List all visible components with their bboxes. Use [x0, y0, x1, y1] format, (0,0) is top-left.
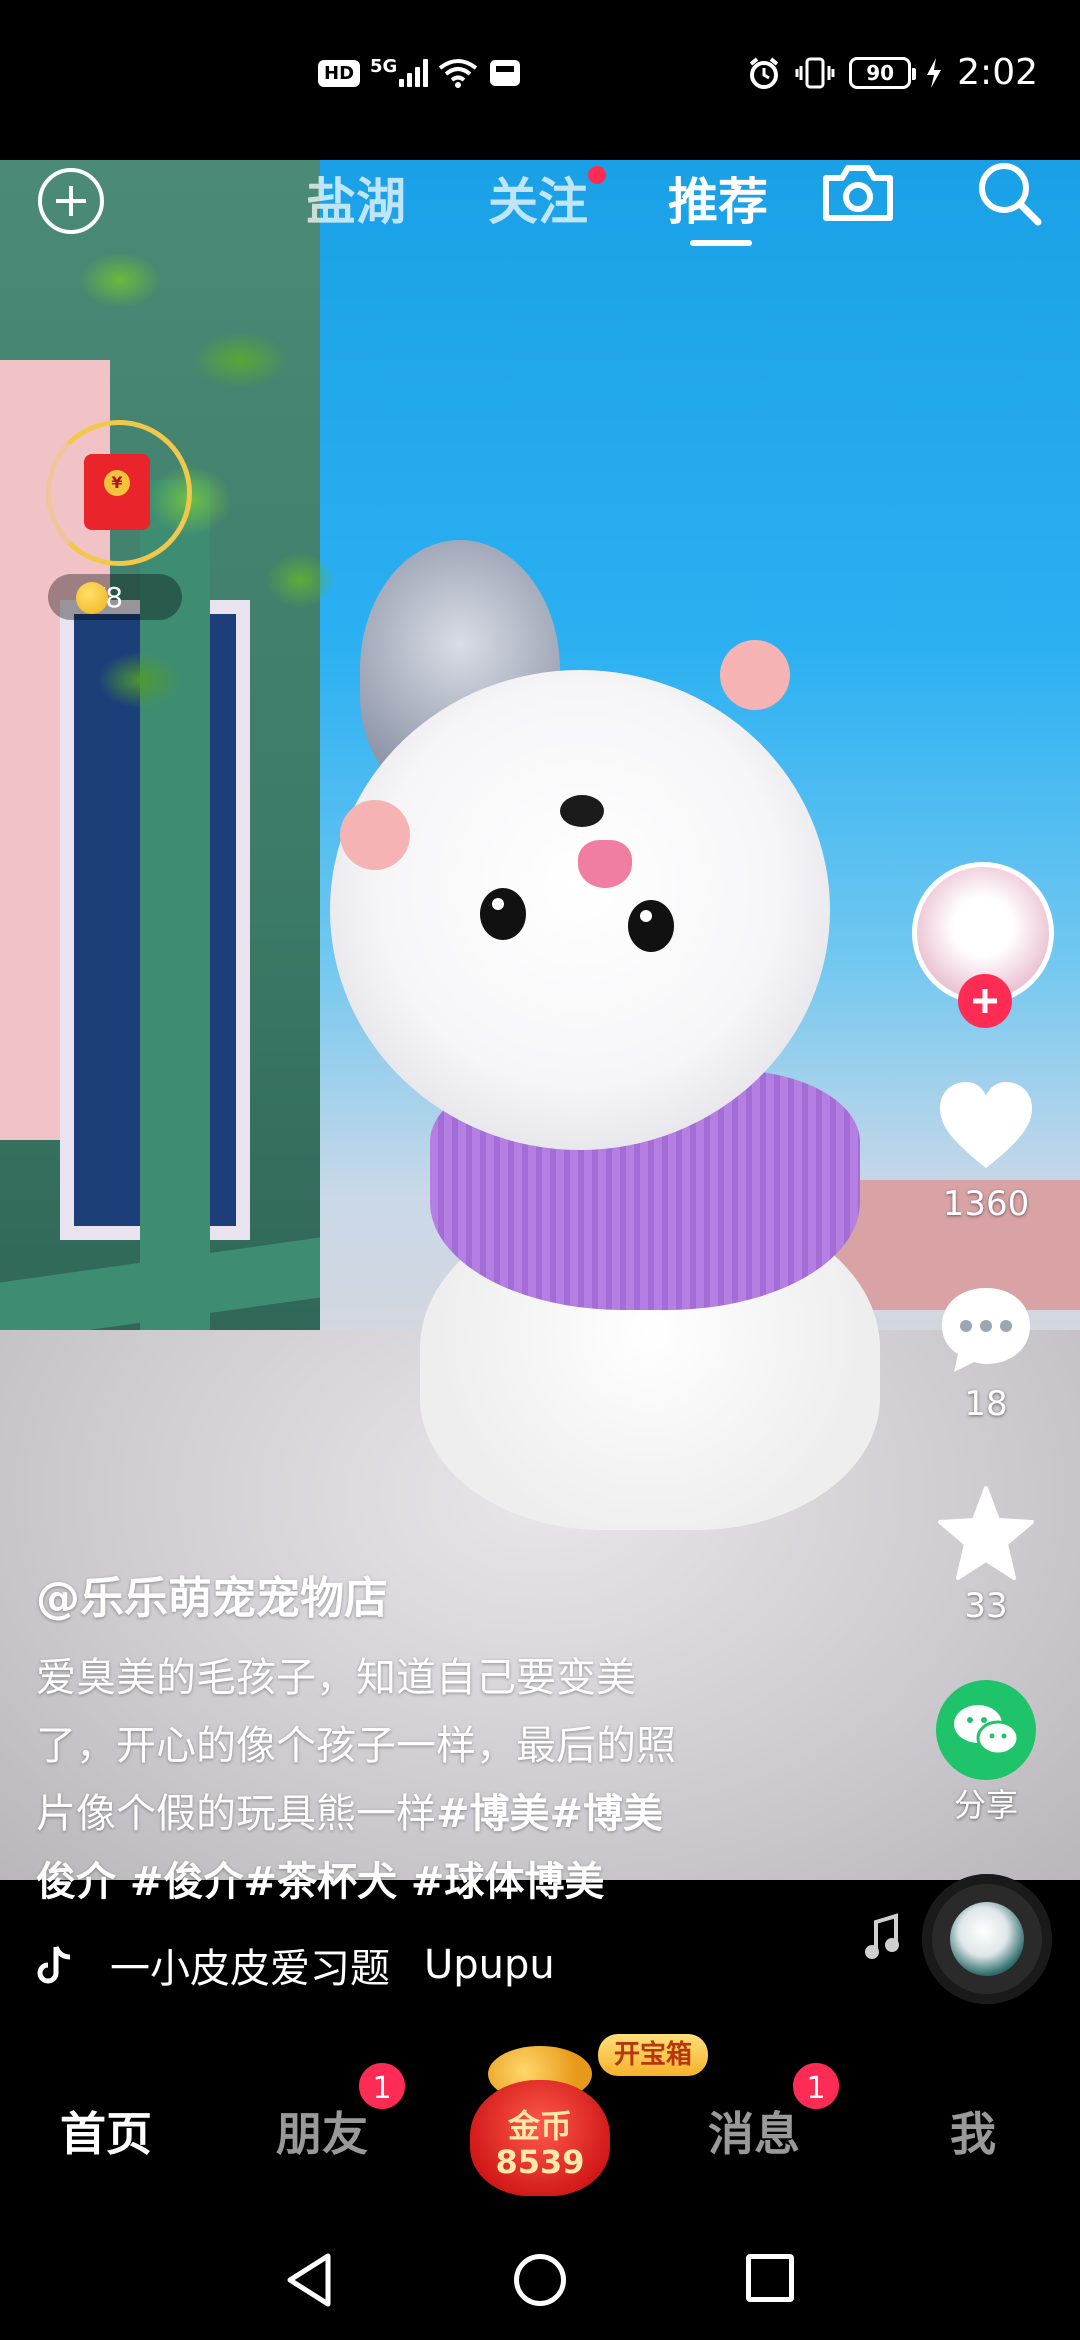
wifi-icon	[439, 59, 478, 88]
alarm-icon	[749, 56, 779, 89]
caption-line-1: 爱臭美的毛孩子，知道自己要变美	[36, 1655, 636, 1701]
nav-home[interactable]: 首页	[60, 2098, 152, 2164]
music-row[interactable]: 一小皮皮爱习题 Upupu	[36, 1936, 555, 1994]
recent-apps-icon[interactable]	[746, 2254, 794, 2302]
caption-line-3-text: 片像个假的玩具熊一样	[36, 1791, 436, 1837]
vibrate-icon	[795, 57, 835, 88]
envelope-seal-icon: ¥	[104, 470, 130, 496]
add-icon[interactable]	[38, 168, 104, 234]
dog-ear-right	[720, 640, 790, 710]
status-bar: HD 5G 90 2:02	[0, 0, 1080, 160]
music-disc-cover	[950, 1902, 1024, 1976]
network-type: 5G	[370, 55, 398, 77]
caption-line-3: 片像个假的玩具熊一样#博美#博美	[36, 1780, 766, 1848]
favorite-star-icon[interactable]	[936, 1484, 1036, 1584]
messages-badge: 1	[790, 2060, 842, 2112]
hashtag-link[interactable]: #博美#博美	[436, 1791, 663, 1837]
clock-time: 2:02	[957, 52, 1038, 93]
tab-following[interactable]: 关注	[488, 162, 588, 234]
huawei-sim-icon	[490, 60, 521, 86]
caption-line-2: 了，开心的像个孩子一样，最后的照	[36, 1723, 676, 1769]
favorite-count: 33	[964, 1586, 1008, 1626]
dog-tongue	[578, 840, 632, 888]
open-chest-tag[interactable]: 开宝箱	[598, 2034, 708, 2076]
like-heart-icon[interactable]	[936, 1078, 1036, 1178]
signal-icon	[399, 59, 429, 87]
comment-count: 18	[964, 1384, 1008, 1424]
red-packet-progress: 4/8	[48, 574, 182, 620]
music-title: 一小皮皮爱习题	[110, 1946, 390, 1992]
author-name[interactable]: @乐乐萌宠宠物店	[36, 1562, 388, 1626]
video-caption[interactable]: 爱臭美的毛孩子，知道自己要变美 了，开心的像个孩子一样，最后的照 片像个假的玩具…	[36, 1644, 766, 1916]
status-left-icons: HD 5G	[318, 55, 522, 88]
friends-badge: 1	[356, 2060, 408, 2112]
coins-label: 金币	[507, 2107, 572, 2145]
tiktok-note-icon	[37, 1945, 71, 1984]
nav-me[interactable]: 我	[950, 2098, 996, 2164]
dog-eye-left	[480, 888, 526, 940]
dog-head	[330, 670, 830, 1150]
comment-icon[interactable]	[936, 1280, 1036, 1380]
coins-value: 8539	[495, 2143, 585, 2181]
tab-yanhu[interactable]: 盐湖	[306, 162, 406, 234]
back-icon[interactable]	[284, 2252, 334, 2308]
nav-messages[interactable]: 消息	[708, 2098, 800, 2164]
music-artist: Upupu	[424, 1942, 555, 1988]
follow-plus-icon[interactable]	[958, 974, 1012, 1028]
dog-ear-left	[340, 800, 410, 870]
coin-bag-label: 金币 8539	[470, 2108, 610, 2180]
wechat-icon	[954, 1705, 1020, 1756]
tab-recommend[interactable]: 推荐	[668, 162, 768, 234]
dog-eye-right	[628, 900, 674, 952]
charging-icon	[927, 57, 942, 88]
like-count: 1360	[942, 1184, 1030, 1224]
hashtag-links[interactable]: 俊介 #俊介#茶杯犬 #球体博美	[36, 1848, 766, 1916]
status-right-icons: 90 2:02	[747, 52, 1038, 93]
dog-nose	[560, 795, 604, 827]
battery-indicator: 90	[849, 56, 917, 89]
active-tab-indicator	[690, 240, 752, 246]
search-icon[interactable]	[974, 158, 1044, 228]
floating-music-note-icon	[865, 1913, 899, 1959]
following-dot	[588, 166, 606, 184]
hd-badge: HD	[318, 59, 361, 87]
gold-coin-icon	[76, 582, 108, 614]
camera-icon[interactable]	[820, 160, 896, 224]
nav-friends[interactable]: 朋友	[276, 2098, 368, 2164]
home-icon[interactable]	[514, 2254, 566, 2306]
share-label: 分享	[953, 1786, 1018, 1824]
